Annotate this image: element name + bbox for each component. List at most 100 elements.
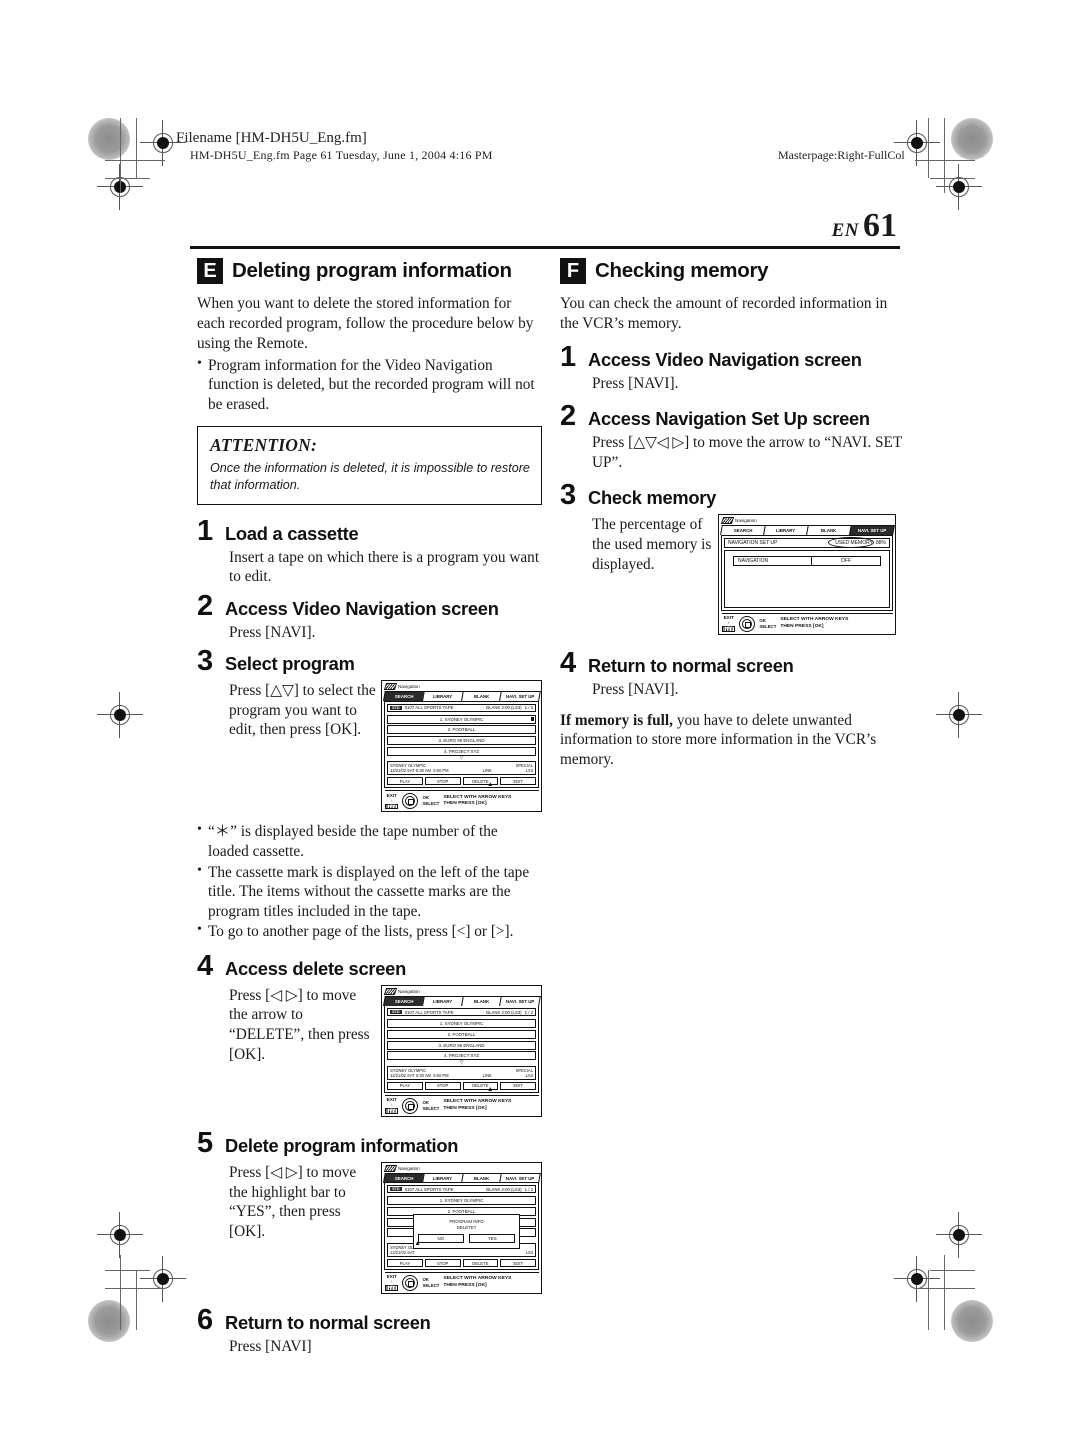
osd-tab-search[interactable]: SEARCH: [383, 995, 425, 1006]
ok-dial-icon[interactable]: [402, 793, 419, 810]
osd-tab-navi-setup[interactable]: NAVI. SET UP: [499, 1172, 541, 1183]
osd-exit-key[interactable]: NAVI: [722, 626, 736, 632]
step-6: 6 Return to normal screen: [197, 1306, 542, 1335]
list-item[interactable]: 4. PROJECT XYZ: [387, 746, 536, 756]
ok-dial-icon[interactable]: [739, 615, 756, 632]
osd-exit-block: EXIT ↑ NAVI: [722, 615, 736, 632]
osd-dial-labels: OK SELECT: [422, 795, 439, 808]
osd-page-indicator: 1 / 2: [524, 1186, 533, 1192]
list-item: Program information for the Video Naviga…: [197, 355, 542, 415]
list-item[interactable]: 1. SYDNEY OLYMPIC: [387, 1196, 536, 1206]
osd-stop-button[interactable]: STOP: [424, 1081, 461, 1090]
osd-tab-library[interactable]: LIBRARY: [421, 691, 464, 701]
osd-detail-link: LINK: [482, 1072, 492, 1078]
gray-registration-dot: [88, 118, 130, 160]
osd-search-screen: Navigation SEARCH LIBRARY BLANK NAVI. SE…: [381, 680, 542, 813]
gray-registration-dot: [951, 1300, 993, 1342]
osd-edit-button[interactable]: EDIT: [500, 777, 537, 786]
osd-detail-date: 12/21/02 SAT: [390, 1072, 415, 1078]
list-item[interactable]: 4. PROJECT XYZ: [387, 1051, 536, 1061]
osd-detail-end: 5:50 PM: [433, 768, 449, 774]
osd-tab-search[interactable]: SEARCH: [720, 525, 766, 535]
osd-tab-library[interactable]: LIBRARY: [763, 525, 809, 535]
left-column: E Deleting program information When you …: [197, 258, 542, 1357]
osd-tab-row[interactable]: SEARCH LIBRARY BLANK NAVI. SET UP: [383, 1172, 541, 1183]
osd-tab-navi-setup[interactable]: NAVI. SET UP: [849, 525, 895, 535]
osd-tab-search[interactable]: SEARCH: [383, 1172, 425, 1183]
crop-line: [928, 118, 929, 178]
osd-tab-row[interactable]: SEARCH LIBRARY BLANK NAVI. SET UP: [383, 691, 541, 701]
osd-tab-row[interactable]: SEARCH LIBRARY BLANK NAVI. SET UP: [720, 525, 895, 535]
list-item[interactable]: 3. EURO 96 ENGLAND: [387, 736, 536, 745]
crop-line: [944, 118, 945, 193]
step-body: Press [NAVI]: [229, 1338, 312, 1356]
osd-stop-button[interactable]: STOP: [424, 1259, 461, 1268]
osd-play-button[interactable]: PLAY: [387, 777, 423, 786]
osd-tab-library[interactable]: LIBRARY: [421, 1172, 464, 1183]
list-item[interactable]: 2. FOOTBALL: [387, 725, 536, 735]
step-body: Press [NAVI].: [592, 374, 679, 392]
list-item: To go to another page of the lists, pres…: [197, 921, 542, 942]
osd-tape-info-row: STD 0107 ALL SPORTS TAPE BLANK 2:00 (LS3…: [387, 1185, 536, 1194]
osd-detail-end: 5:50 PM: [433, 1072, 449, 1078]
dialog-yes-button[interactable]: YES: [469, 1234, 516, 1244]
step-5: 5 Delete program information: [197, 1129, 542, 1158]
crop-line: [944, 1255, 945, 1330]
osd-delete-button[interactable]: DELETE: [462, 777, 499, 786]
osd-tab-navi-setup[interactable]: NAVI. SET UP: [499, 691, 541, 701]
right-step-3-row: The percentage of the used memory is dis…: [560, 512, 905, 635]
osd-tab-row[interactable]: SEARCH LIBRARY BLANK NAVI. SET UP: [383, 995, 541, 1006]
osd-edit-button[interactable]: EDIT: [500, 1259, 537, 1268]
step-body: Press [NAVI].: [592, 680, 679, 698]
osd-play-button[interactable]: PLAY: [387, 1081, 423, 1090]
osd-exit-key[interactable]: NAVI: [385, 1285, 399, 1291]
navigation-glyph-icon: [383, 683, 398, 691]
registration-mark: [97, 692, 143, 738]
section-heading-e: E Deleting program information: [197, 258, 542, 284]
navigation-glyph-icon: [720, 517, 735, 525]
osd-tab-navi-setup[interactable]: NAVI. SET UP: [499, 995, 541, 1006]
step-title: Load a cassette: [225, 522, 359, 544]
osd-dial-labels: OK SELECT: [422, 1277, 439, 1290]
osd-delete-button[interactable]: DELETE: [462, 1259, 499, 1268]
osd-tape-title: 0107 ALL SPORTS TAPE: [404, 705, 454, 711]
right-column: F Checking memory You can check the amou…: [560, 258, 905, 772]
down-arrow-icon: ▽: [459, 1059, 464, 1066]
attention-body: Once the information is deleted, it is i…: [210, 461, 530, 492]
osd-tape-info-row: STD 0107 ALL SPORTS TAPE BLANK 2:00 (LS3…: [387, 703, 536, 712]
list-item[interactable]: 1. SYDNEY OLYMPIC: [387, 1019, 536, 1029]
osd-exit-key[interactable]: NAVI: [385, 803, 399, 810]
osd-detail-link: LINK: [482, 768, 492, 774]
step-number: 4: [560, 646, 577, 679]
osd-blank-info: BLANK 2:00 (LS3): [486, 705, 522, 711]
right-intro-text: You can check the amount of recorded inf…: [560, 295, 888, 332]
osd-footer: EXIT ↑ NAVI OK SELECT SELECT WITH ARROW …: [385, 1094, 539, 1114]
list-item[interactable]: 2. FOOTBALL: [387, 1029, 536, 1039]
osd-edit-button[interactable]: EDIT: [500, 1081, 537, 1090]
osd-tab-blank[interactable]: BLANK: [806, 525, 852, 535]
crop-line: [105, 160, 165, 161]
osd-stop-button[interactable]: STOP: [424, 777, 461, 786]
cassette-badge: STD: [390, 705, 402, 710]
osd-setup-item-navigation[interactable]: NAVIGATION OFF: [733, 555, 881, 566]
osd-blank-info: BLANK 2:00 (LS3): [486, 1186, 522, 1192]
osd-tab-blank[interactable]: BLANK: [460, 995, 503, 1006]
osd-play-button[interactable]: PLAY: [387, 1259, 423, 1268]
list-item[interactable]: 1. SYDNEY OLYMPIC: [387, 714, 536, 724]
list-item[interactable]: 3. EURO 96 ENGLAND: [387, 1040, 536, 1050]
osd-tab-blank[interactable]: BLANK: [460, 1172, 503, 1183]
dialog-no-button[interactable]: NO: [417, 1234, 465, 1244]
ok-dial-icon[interactable]: [402, 1275, 419, 1292]
osd-tape-title: 0107 ALL SPORTS TAPE: [404, 1186, 454, 1192]
osd-tab-blank[interactable]: BLANK: [460, 691, 503, 701]
osd-delete-button[interactable]: DELETE: [462, 1081, 499, 1090]
osd-navigation-label: Navigation: [735, 518, 757, 524]
ok-dial-icon[interactable]: [402, 1097, 419, 1114]
crop-line: [930, 178, 975, 179]
osd-tab-search[interactable]: SEARCH: [383, 691, 425, 701]
section-badge-e: E: [197, 258, 223, 284]
osd-program-list: 1. SYDNEY OLYMPIC 2. FOOTBALL 3. EURO 96…: [387, 1019, 536, 1061]
osd-exit-key[interactable]: NAVI: [385, 1108, 399, 1114]
registration-mark: [936, 692, 982, 738]
osd-tab-library[interactable]: LIBRARY: [421, 995, 464, 1006]
